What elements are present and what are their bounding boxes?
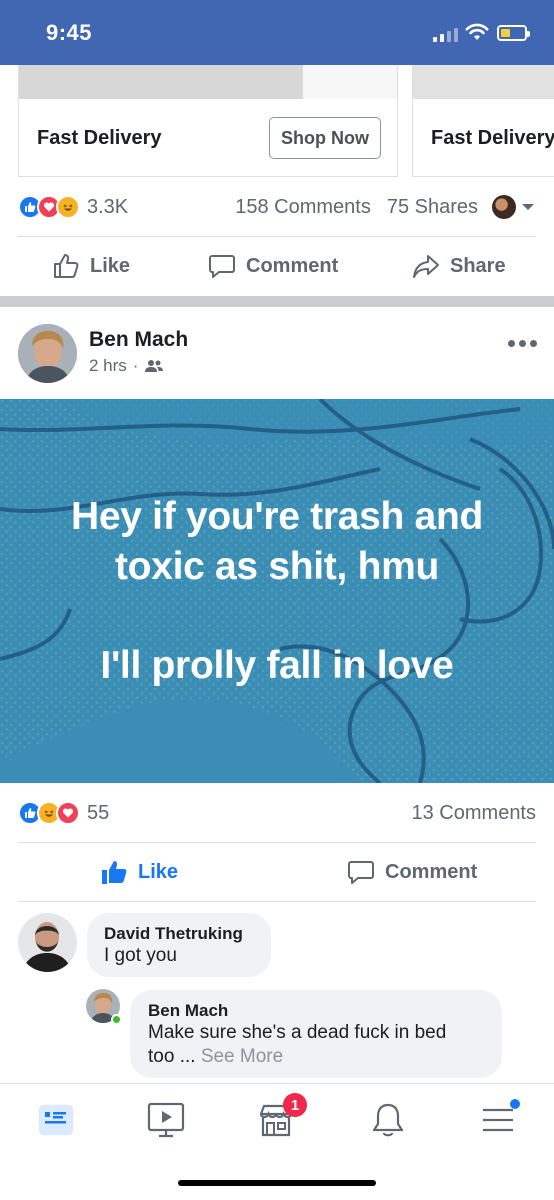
reaction-count[interactable]: 3.3K	[87, 196, 128, 219]
post-text-line: Hey if you're trash and	[71, 495, 483, 538]
shares-count-link[interactable]: 75 Shares	[387, 196, 478, 219]
share-label: Share	[450, 254, 506, 277]
watch-tab[interactable]	[144, 1098, 188, 1142]
post-options-button[interactable]	[508, 336, 538, 350]
reply-text-line: too ... See More	[148, 1045, 486, 1069]
status-bar: 9:45	[0, 0, 554, 65]
online-status-dot	[111, 1014, 122, 1025]
ad-card[interactable]: Fast Delivery	[412, 65, 554, 177]
reply-text-tail: too ...	[148, 1046, 196, 1067]
ad-title: Fast Delivery	[431, 127, 554, 149]
reaction-icons[interactable]	[18, 195, 80, 219]
comment-text: I got you	[104, 945, 177, 966]
reaction-count[interactable]: 55	[87, 802, 109, 825]
like-button-active[interactable]: Like	[100, 843, 178, 901]
ad-action-bar: Like Comment Share	[0, 237, 554, 295]
more-dot	[508, 339, 515, 347]
ad-image	[19, 65, 397, 99]
ad-reaction-stats: 3.3K 158 Comments 75 Shares	[18, 187, 536, 227]
comment-bubble[interactable]: David Thetruking I got you	[87, 913, 271, 977]
divider	[18, 901, 536, 902]
haha-reaction-icon	[56, 195, 80, 219]
post-text: Hey if you're trash and toxic as shit, h…	[0, 399, 554, 783]
chevron-down-icon[interactable]	[520, 201, 536, 213]
battery-charging-icon	[497, 25, 530, 41]
reaction-icons[interactable]	[18, 801, 80, 825]
wifi-icon	[465, 23, 489, 40]
ad-image	[413, 65, 554, 99]
comment-button[interactable]: Comment	[208, 237, 338, 295]
post-timestamp[interactable]: 2 hrs	[89, 356, 127, 376]
like-icon	[54, 254, 79, 278]
comment-label: Comment	[246, 254, 339, 277]
friends-icon[interactable]	[144, 359, 164, 373]
ad-title: Fast Delivery	[37, 127, 162, 149]
like-filled-icon	[102, 861, 127, 884]
more-dot	[530, 339, 537, 347]
comment-label: Comment	[385, 860, 478, 883]
post-meta: 2 hrs ·	[89, 356, 164, 376]
post-background-image[interactable]: Hey if you're trash and toxic as shit, h…	[0, 399, 554, 783]
news-feed-icon	[38, 1104, 74, 1136]
like-label: Like	[90, 254, 131, 277]
author-avatar[interactable]	[18, 324, 77, 383]
post-action-bar: Like Comment	[0, 843, 554, 901]
feed-separator	[0, 296, 554, 307]
more-dot	[519, 339, 526, 347]
cellular-signal-icon	[433, 28, 458, 42]
status-time: 9:45	[46, 20, 93, 45]
comment-author[interactable]: David Thetruking	[104, 924, 255, 944]
post-text-line: I'll prolly fall in love	[100, 644, 454, 687]
menu-notification-dot	[510, 1099, 520, 1109]
menu-icon	[483, 1108, 513, 1132]
comments-count-link[interactable]: 158 Comments	[235, 196, 371, 219]
reply-text-line: Make sure she's a dead fuck in bed	[148, 1022, 447, 1043]
notifications-tab[interactable]	[366, 1098, 410, 1142]
post-text-line: toxic as shit, hmu	[114, 545, 439, 588]
marketplace-notification-badge: 1	[283, 1093, 307, 1117]
comment-icon	[209, 255, 235, 278]
ad-card[interactable]: Fast Delivery Shop Now	[18, 65, 398, 177]
like-button[interactable]: Like	[52, 237, 130, 295]
comment-button[interactable]: Comment	[347, 843, 477, 901]
post-author-name[interactable]: Ben Mach	[89, 328, 188, 352]
comments-count-link[interactable]: 13 Comments	[412, 802, 537, 825]
like-label: Like	[138, 860, 179, 883]
notifications-icon	[372, 1103, 404, 1137]
share-button[interactable]: Share	[412, 237, 506, 295]
love-reaction-icon	[56, 801, 80, 825]
shop-now-button[interactable]: Shop Now	[269, 117, 381, 159]
reply-author[interactable]: Ben Mach	[148, 1001, 486, 1021]
reply-bubble[interactable]: Ben Mach Make sure she's a dead fuck in …	[130, 990, 502, 1078]
ad-carousel[interactable]: Fast Delivery Shop Now Fast Delivery	[0, 65, 554, 177]
home-indicator[interactable]	[178, 1180, 376, 1186]
comment-icon	[348, 861, 374, 884]
meta-separator: ·	[132, 356, 139, 375]
watch-icon	[147, 1102, 185, 1138]
commenter-avatar[interactable]	[18, 913, 77, 972]
share-icon	[413, 255, 439, 278]
news-feed-tab[interactable]	[34, 1098, 78, 1142]
post-reaction-stats: 55 13 Comments	[18, 793, 536, 833]
page-avatar[interactable]	[492, 195, 516, 219]
see-more-link[interactable]: See More	[201, 1046, 283, 1067]
